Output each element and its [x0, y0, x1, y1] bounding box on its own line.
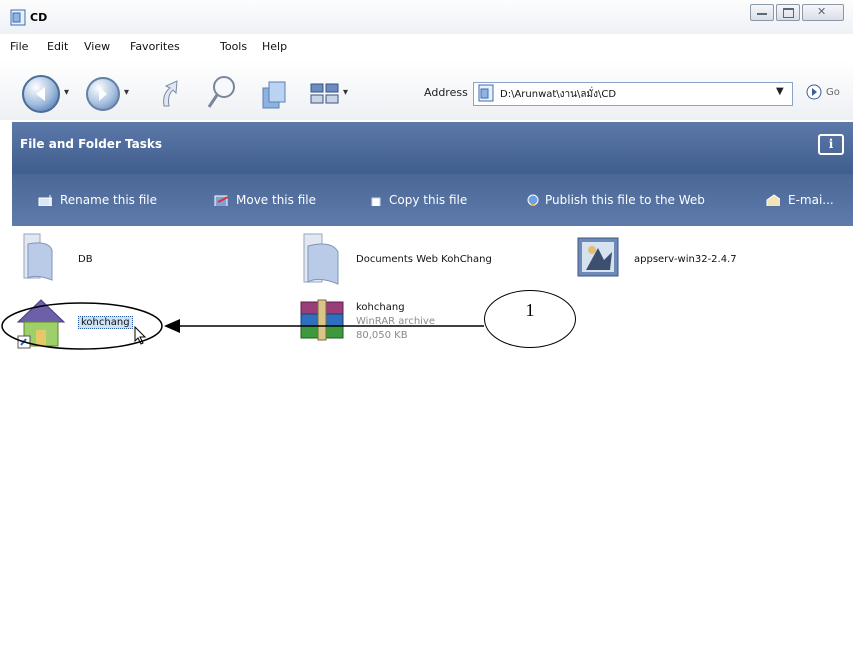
address-dropdown-icon[interactable]: ▼: [776, 86, 784, 97]
cd-folder-icon: [478, 84, 494, 102]
info-button[interactable]: i: [818, 134, 844, 155]
back-arrow-icon: [36, 87, 45, 101]
menu-favorites[interactable]: Favorites: [130, 40, 180, 53]
email-icon: [766, 194, 780, 206]
address-label: Address: [424, 86, 468, 99]
copy-file-link[interactable]: Copy this file: [389, 193, 467, 207]
folders-icon[interactable]: [260, 78, 288, 112]
file-type: WinRAR archive: [356, 316, 435, 327]
home-shortcut-icon: [16, 299, 66, 349]
file-item-db[interactable]: DB: [18, 230, 138, 290]
file-name: DB: [78, 254, 93, 265]
go-button[interactable]: Go: [826, 87, 840, 98]
file-item-kohchang-shortcut[interactable]: kohchang: [14, 296, 154, 356]
menu-help[interactable]: Help: [262, 40, 287, 53]
maximize-button[interactable]: [776, 4, 800, 21]
title-bar: [0, 0, 853, 34]
close-button[interactable]: ✕: [802, 4, 844, 21]
move-file-link[interactable]: Move this file: [236, 193, 316, 207]
file-item-documents-web-kohchang[interactable]: Documents Web KohChang: [298, 230, 538, 290]
maximize-icon: [783, 8, 794, 18]
file-name: appserv-win32-2.4.7: [634, 254, 737, 265]
menu-edit[interactable]: Edit: [47, 40, 68, 53]
rename-icon: [38, 195, 52, 206]
search-icon[interactable]: [205, 74, 237, 112]
menu-tools[interactable]: Tools: [220, 40, 247, 53]
move-icon: [214, 195, 228, 206]
task-pane-title: File and Folder Tasks: [20, 137, 163, 151]
up-folder-icon[interactable]: [150, 76, 182, 110]
winrar-archive-icon: [300, 299, 344, 341]
menu-view[interactable]: View: [84, 40, 110, 53]
back-button[interactable]: [22, 75, 60, 113]
file-name: Documents Web KohChang: [356, 254, 492, 265]
file-item-kohchang-rar[interactable]: kohchang WinRAR archive 80,050 KB: [298, 296, 498, 356]
copy-icon: [371, 197, 381, 206]
window-title: CD: [30, 11, 48, 24]
file-name: kohchang: [78, 316, 133, 329]
menu-bar: [0, 34, 853, 58]
file-item-appserv[interactable]: appserv-win32-2.4.7: [574, 230, 774, 290]
email-file-link[interactable]: E-mai...: [788, 193, 834, 207]
cd-folder-icon: [10, 9, 26, 26]
appserv-installer-icon: [577, 237, 619, 277]
minimize-icon: [757, 13, 767, 15]
minimize-button[interactable]: [750, 4, 774, 21]
views-dropdown-icon[interactable]: ▾: [343, 87, 348, 98]
folder-icon: [23, 233, 53, 281]
address-input[interactable]: D:\Arunwat\งาน\ลมั่ง\CD: [500, 87, 616, 102]
views-icon[interactable]: [310, 82, 340, 106]
mouse-cursor-icon: [134, 326, 147, 345]
back-dropdown-icon[interactable]: ▾: [64, 87, 69, 98]
rename-file-link[interactable]: Rename this file: [60, 193, 157, 207]
close-icon: ✕: [817, 5, 827, 18]
file-size: 80,050 KB: [356, 330, 408, 341]
file-name: kohchang: [356, 302, 405, 313]
publish-icon: [527, 194, 539, 206]
folder-icon: [303, 233, 339, 285]
forward-dropdown-icon[interactable]: ▾: [124, 87, 129, 98]
menu-file[interactable]: File: [10, 40, 28, 53]
publish-web-link[interactable]: Publish this file to the Web: [545, 193, 705, 207]
go-arrow-icon[interactable]: [806, 84, 822, 100]
forward-arrow-icon: [99, 87, 107, 101]
callout-number: 1: [525, 300, 535, 320]
forward-button[interactable]: [86, 77, 120, 111]
